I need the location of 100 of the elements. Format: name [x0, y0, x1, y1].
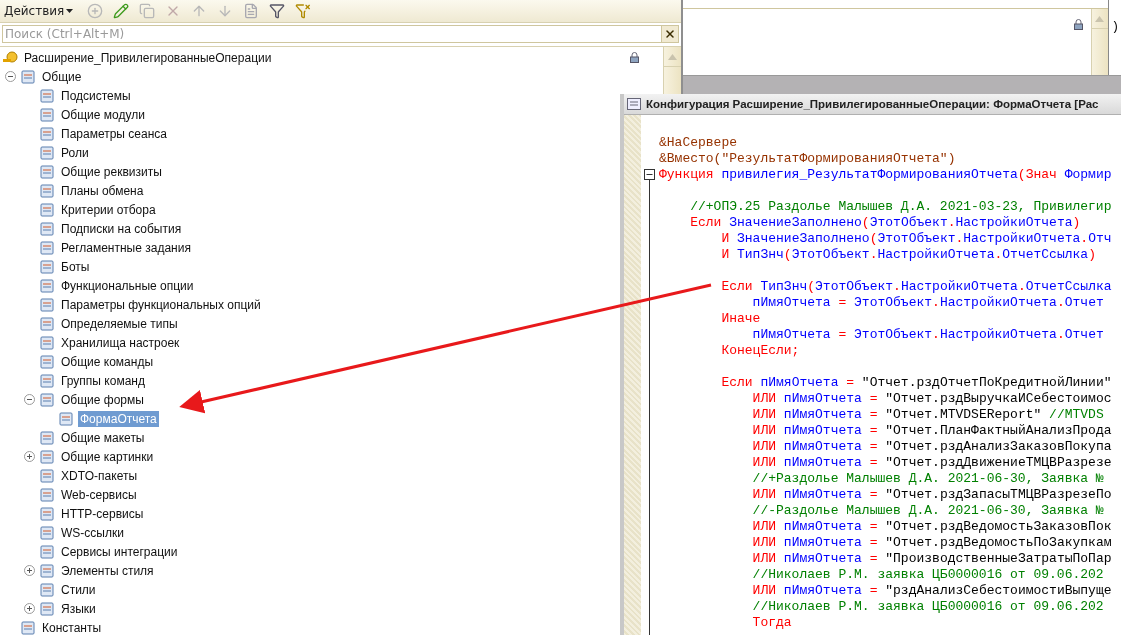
- expand-toggle[interactable]: [24, 394, 35, 405]
- scrollbar[interactable]: [663, 47, 681, 95]
- bracket-text: ): [1110, 19, 1120, 36]
- code-line: //+ОПЭ.25 Раздолье Малышев Д.А. 2021-03-23, Привилегир: [689, 198, 1112, 215]
- tree-item[interactable]: Общие модули: [59, 106, 147, 123]
- tree-item[interactable]: Языки: [59, 600, 98, 617]
- tree-node-icon: [39, 182, 55, 199]
- tree-node-icon: [39, 600, 55, 617]
- tree-item[interactable]: Регламентные задания: [59, 239, 193, 256]
- tree-node-icon: [39, 562, 55, 579]
- tree-node-icon: [39, 524, 55, 541]
- actions-menu-button[interactable]: Действия: [4, 1, 80, 21]
- tree-item[interactable]: Боты: [59, 258, 92, 275]
- code-line: пИмяОтчета = ЭтотОбъект.НастройкиОтчета.Отчет: [751, 295, 1104, 311]
- key-icon: [2, 49, 18, 66]
- tree-item[interactable]: Критерии отбора: [59, 201, 158, 218]
- tree-node-icon: [39, 334, 55, 351]
- lock-icon: [1073, 19, 1083, 30]
- code-line: И ТипЗнч(ЭтотОбъект.НастройкиОтчета.ОтчетСсылка): [720, 247, 1096, 263]
- tree-item[interactable]: XDTO-пакеты: [59, 467, 140, 484]
- tree-item[interactable]: Web-сервисы: [59, 486, 139, 503]
- code-line: ИЛИ пИмяОтчета = "ПроизводственныеЗатратыПоПар: [751, 551, 1112, 567]
- tree-item[interactable]: Общие команды: [59, 353, 156, 370]
- tree-node-icon: [20, 619, 36, 635]
- code-line: //Николаев Р.М. заявка ЦБ0000016 от 09.06.202: [751, 567, 1104, 583]
- scrollbar[interactable]: [1090, 9, 1108, 75]
- code-line: ИЛИ пИмяОтчета = "Отчет.рздВедомостьЗаказовПок: [751, 519, 1112, 535]
- code-line: Функция привилегия_РезультатФормированияОтчета(Знач Формир: [659, 167, 1112, 183]
- code-line: //-Раздолье Малышев Д.А. 2021-06-30, Заявка №: [751, 503, 1104, 519]
- code-line: ИЛИ пИмяОтчета = "Отчет.ПланФактныйАнализПрода: [751, 423, 1112, 439]
- tree-item[interactable]: Параметры функциональных опций: [59, 296, 263, 313]
- code-line: Если пИмяОтчета = "Отчет.рздОтчетПоКредитнойЛинии": [720, 374, 1112, 391]
- code-line: ИЛИ пИмяОтчета = "Отчет.рздВедомостьПоЗакупкам: [751, 535, 1112, 551]
- expand-toggle[interactable]: [24, 565, 35, 576]
- close-icon[interactable]: [661, 25, 679, 43]
- tree-node-icon: [39, 581, 55, 598]
- code-line: ИЛИ пИмяОтчета = "Отчет.рздДвижениеТМЦВРазрезе: [751, 455, 1112, 471]
- expand-toggle[interactable]: [24, 451, 35, 462]
- code-line: Если ТипЗнч(ЭтотОбъект.НастройкиОтчета.ОтчетСсылка: [720, 278, 1112, 295]
- tree-item[interactable]: Общие: [40, 68, 84, 85]
- code-line: ИЛИ пИмяОтчета = "Отчет.рздАнализЗаказовПокупа: [751, 439, 1112, 455]
- tree-node-icon: [39, 315, 55, 332]
- code-line: И ЗначениеЗаполнено(ЭтотОбъект.НастройкиОтчета.Отч: [720, 231, 1112, 247]
- tree-node-icon: [58, 410, 74, 427]
- tree-item[interactable]: Общие формы: [59, 391, 146, 408]
- tree-node-icon: [39, 163, 55, 180]
- tree-item[interactable]: HTTP-сервисы: [59, 505, 146, 522]
- tree-item[interactable]: Элементы стиля: [59, 562, 156, 579]
- tree-node-icon: [39, 296, 55, 313]
- tree-item[interactable]: Определяемые типы: [59, 315, 180, 332]
- window-title: Конфигурация Расширение_ПривилегированныеОперации: ФормаОтчета [Рас: [646, 98, 1099, 110]
- tree-node-icon: [39, 467, 55, 484]
- code-line: ИЛИ пИмяОтчета = "Отчет.рздЗапасыТМЦВРазрезеПо: [751, 487, 1112, 503]
- form-icon: [627, 98, 641, 110]
- scroll-up-icon[interactable]: [668, 53, 677, 60]
- search-field[interactable]: Поиск (Ctrl+Alt+M): [2, 25, 661, 43]
- tree-node-icon: [20, 68, 36, 85]
- tree-item[interactable]: Планы обмена: [59, 182, 146, 199]
- tree-node-icon: [39, 372, 55, 389]
- fold-toggle[interactable]: [644, 169, 655, 180]
- code-line: Если ЗначениеЗаполнено(ЭтотОбъект.НастройкиОтчета): [689, 215, 1081, 231]
- tree-node-icon: [39, 220, 55, 237]
- tree-node-icon: [39, 125, 55, 142]
- tree-item[interactable]: Роли: [59, 144, 91, 161]
- caret-icon: [66, 9, 74, 13]
- tree-item[interactable]: Константы: [40, 619, 104, 635]
- tree-item[interactable]: Общие реквизиты: [59, 163, 164, 180]
- code-line: КонецЕсли;: [720, 343, 800, 359]
- code-line: ИЛИ пИмяОтчета = "Отчет.рздВыручкаИСебестоимос: [751, 391, 1112, 407]
- tree-item[interactable]: Группы команд: [59, 372, 147, 389]
- tree-node-icon: [39, 258, 55, 275]
- tree-item[interactable]: Параметры сеанса: [59, 125, 169, 142]
- tree-item[interactable]: Функциональные опции: [59, 277, 196, 294]
- tree-node-icon: [39, 448, 55, 465]
- tree-item[interactable]: Общие картинки: [59, 448, 156, 465]
- tree-node-icon: [39, 277, 55, 294]
- code-line: Иначе: [720, 311, 761, 327]
- code-line: //Николаев Р.М. заявка ЦБ0000016 от 09.06.202: [751, 599, 1104, 615]
- tree-node-icon: [39, 391, 55, 408]
- code-line: пИмяОтчета = ЭтотОбъект.НастройкиОтчета.Отчет: [751, 327, 1104, 343]
- tree-item[interactable]: Общие макеты: [59, 429, 147, 446]
- expand-toggle[interactable]: [24, 603, 35, 614]
- tree-node-icon: [39, 505, 55, 522]
- tree-node-icon: [39, 486, 55, 503]
- tree-item[interactable]: Расширение_ПривилегированныеОперации: [22, 49, 274, 66]
- tree-node-icon: [39, 353, 55, 370]
- code-line: ИЛИ пИмяОтчета = "Отчет.MTVDSEReport" //MTVDS: [751, 407, 1104, 423]
- tree-node-icon: [39, 144, 55, 161]
- code-line: ИЛИ пИмяОтчета = "рздАнализСебестоимостиВыпуще: [751, 583, 1112, 599]
- tree-item[interactable]: Сервисы интеграции: [59, 543, 180, 560]
- code-line: //+Раздолье Малышев Д.А. 2021-06-30, Заявка №: [751, 471, 1104, 487]
- tree-node-icon: [39, 87, 55, 104]
- tree-item[interactable]: Стили: [59, 581, 98, 598]
- scroll-up-icon[interactable]: [1095, 15, 1105, 22]
- tree-item[interactable]: Подсистемы: [59, 87, 133, 104]
- expand-toggle[interactable]: [5, 71, 16, 82]
- tree-item[interactable]: WS-ссылки: [59, 524, 126, 541]
- code-line: &НаСервере: [659, 135, 737, 151]
- tree-item[interactable]: Подписки на события: [59, 220, 184, 237]
- tree-item[interactable]: Хранилища настроек: [59, 334, 182, 351]
